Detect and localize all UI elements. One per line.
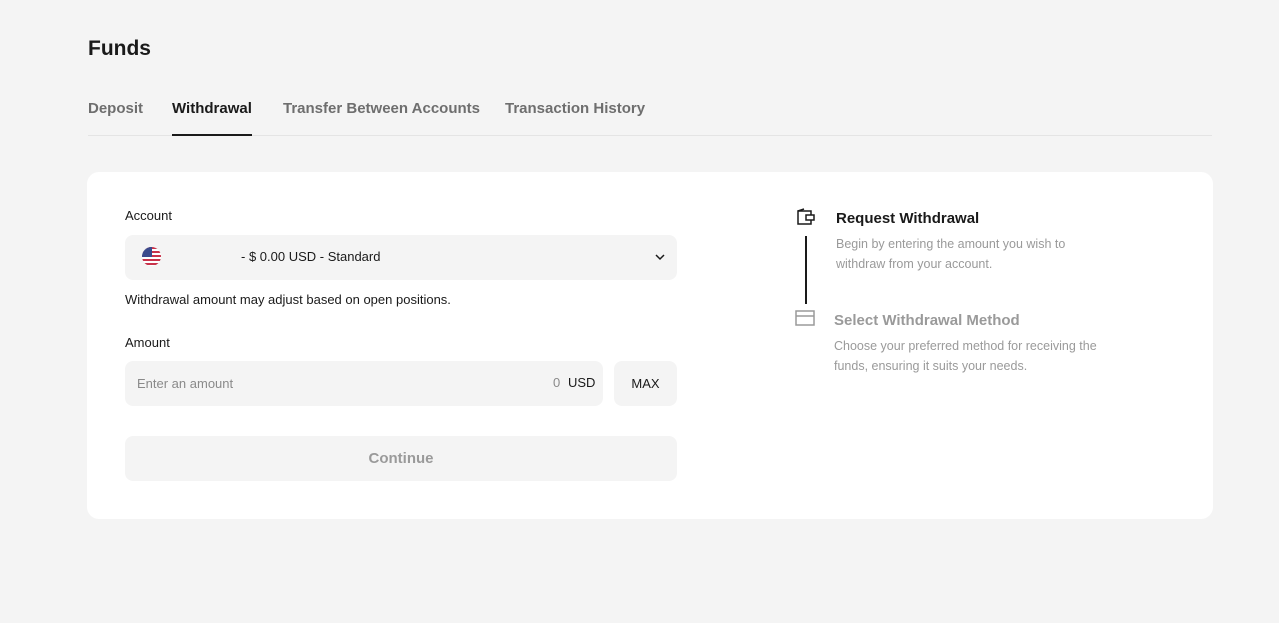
max-button[interactable]: MAX bbox=[614, 361, 677, 406]
amount-field: 0 USD bbox=[125, 361, 603, 406]
step-select-method-description: Choose your preferred method for receivi… bbox=[834, 339, 1097, 373]
step-select-method-title: Select Withdrawal Method bbox=[834, 312, 1020, 329]
tab-deposit[interactable]: Deposit bbox=[88, 100, 143, 136]
tab-transaction-history[interactable]: Transaction History bbox=[505, 100, 645, 136]
amount-input[interactable] bbox=[137, 361, 537, 406]
card-icon bbox=[795, 310, 815, 326]
continue-button[interactable]: Continue bbox=[125, 436, 677, 481]
us-flag-icon bbox=[142, 247, 161, 266]
wallet-icon bbox=[797, 208, 815, 225]
chevron-down-icon bbox=[655, 254, 665, 261]
tab-withdrawal[interactable]: Withdrawal bbox=[172, 100, 252, 136]
withdrawal-card: Account - $ 0.00 USD - Standard Withdraw… bbox=[87, 172, 1213, 519]
account-select-value: - $ 0.00 USD - Standard bbox=[241, 249, 381, 264]
step-connector bbox=[805, 236, 807, 304]
amount-currency: USD bbox=[568, 375, 596, 390]
account-select[interactable]: - $ 0.00 USD - Standard bbox=[125, 235, 677, 280]
page-title: Funds bbox=[88, 37, 151, 60]
withdrawal-note: Withdrawal amount may adjust based on op… bbox=[125, 292, 451, 307]
amount-value: 0 bbox=[553, 375, 561, 390]
amount-label: Amount bbox=[125, 335, 170, 350]
step-request-withdrawal-title: Request Withdrawal bbox=[836, 210, 980, 227]
account-label: Account bbox=[125, 208, 172, 223]
tab-transfer-between-accounts[interactable]: Transfer Between Accounts bbox=[283, 100, 480, 136]
step-request-withdrawal-description: Begin by entering the amount you wish to… bbox=[836, 237, 1066, 271]
tab-bar: Deposit Withdrawal Transfer Between Acco… bbox=[88, 100, 1212, 136]
